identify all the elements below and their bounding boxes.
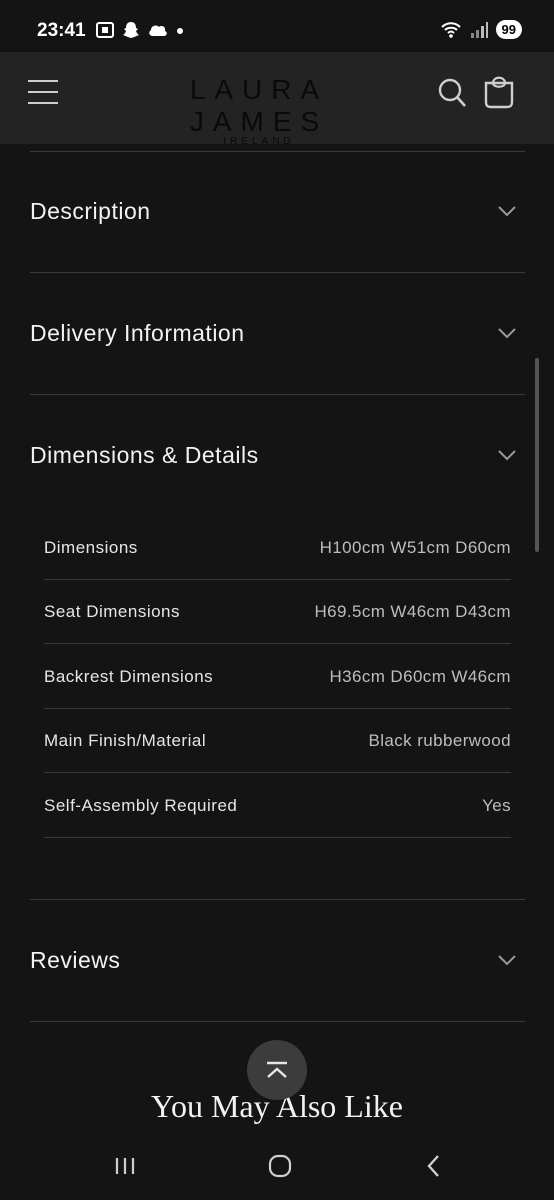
detail-value: Black rubberwood: [368, 730, 511, 750]
detail-label: Dimensions: [44, 537, 138, 557]
detail-row-seat-dimensions: Seat Dimensions H69.5cm W46cm D43cm: [44, 580, 511, 644]
wifi-icon: [440, 21, 461, 38]
scrollbar-thumb[interactable]: [535, 358, 539, 552]
screenshot-icon: [96, 22, 114, 38]
chevron-down-icon: [498, 955, 516, 966]
menu-button[interactable]: [28, 80, 58, 110]
accordion-reviews[interactable]: Reviews: [30, 930, 525, 990]
search-button[interactable]: [437, 76, 467, 110]
detail-label: Main Finish/Material: [44, 730, 207, 750]
accordion-delivery-information[interactable]: Delivery Information: [30, 303, 525, 363]
detail-value: H100cm W51cm D60cm: [319, 537, 511, 557]
search-icon: [438, 78, 466, 107]
detail-row-main-finish: Main Finish/Material Black rubberwood: [44, 709, 511, 773]
accordion-dimensions-details[interactable]: Dimensions & Details: [30, 425, 525, 485]
detail-label: Backrest Dimensions: [44, 666, 214, 686]
status-icons-right: 99: [440, 20, 522, 39]
back-button[interactable]: [414, 1150, 454, 1182]
menu-icon-bar: [28, 80, 58, 82]
cart-button[interactable]: [482, 74, 516, 110]
system-nav-bar: [0, 1132, 554, 1200]
divider: [30, 272, 525, 273]
status-time: 23:41: [37, 20, 86, 41]
site-header: LAURA JAMES IRELAND: [0, 52, 554, 147]
detail-label: Self-Assembly Required: [44, 795, 238, 815]
logo[interactable]: LAURA JAMES IRELAND: [132, 74, 386, 147]
recents-icon: [115, 1158, 135, 1174]
chevron-down-icon: [498, 328, 516, 339]
snapchat-icon: [123, 22, 139, 38]
menu-icon-bar: [28, 102, 58, 104]
logo-sub-text: IRELAND: [223, 136, 295, 147]
detail-value: H36cm D60cm W46cm: [329, 666, 511, 686]
dot-icon: [177, 28, 183, 34]
detail-value: H69.5cm W46cm D43cm: [314, 601, 511, 621]
logo-main-text: LAURA JAMES: [189, 74, 329, 137]
chevron-up-icon: [267, 1061, 287, 1078]
divider: [30, 394, 525, 395]
signal-icon: [470, 21, 488, 38]
battery-indicator: 99: [495, 20, 522, 39]
accordion-title: Reviews: [30, 946, 121, 973]
chevron-down-icon: [498, 450, 516, 461]
divider: [30, 1021, 525, 1022]
detail-value: Yes: [482, 795, 511, 815]
accordion-description[interactable]: Description: [30, 181, 525, 241]
accordion-title: Description: [30, 197, 151, 224]
cart-icon: [484, 76, 514, 109]
divider: [30, 899, 525, 900]
status-icons-left: [95, 21, 185, 39]
back-to-top-button[interactable]: [247, 1040, 307, 1100]
menu-icon-bar: [28, 91, 58, 93]
divider: [30, 151, 525, 152]
status-bar: 23:41 99: [0, 0, 554, 52]
home-icon: [268, 1154, 292, 1178]
accordion-title: Dimensions & Details: [30, 441, 259, 468]
detail-row-backrest-dimensions: Backrest Dimensions H36cm D60cm W46cm: [44, 645, 511, 709]
back-icon: [427, 1155, 439, 1177]
cloud-icon: [149, 25, 167, 36]
chevron-down-icon: [498, 206, 516, 217]
detail-label: Seat Dimensions: [44, 601, 181, 621]
recents-button[interactable]: [105, 1150, 145, 1182]
detail-row-self-assembly: Self-Assembly Required Yes: [44, 774, 511, 838]
home-button[interactable]: [260, 1150, 300, 1182]
detail-row-dimensions: Dimensions H100cm W51cm D60cm: [44, 516, 511, 580]
accordion-title: Delivery Information: [30, 319, 245, 346]
